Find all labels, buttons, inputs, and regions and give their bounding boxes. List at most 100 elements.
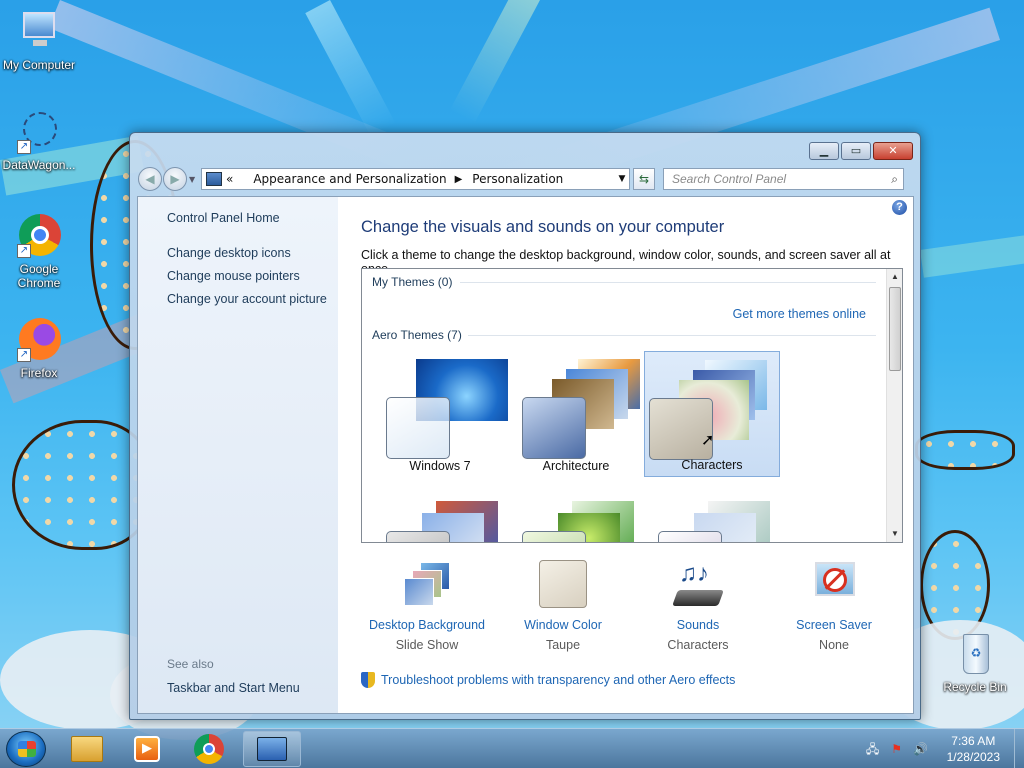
theme-list[interactable]: My Themes (0) Get more themes online Aer…	[361, 268, 903, 543]
navigation-bar: ◀ ▶ ▼ « Appearance and Personalization ▶…	[138, 166, 912, 192]
theme-partial[interactable]	[508, 493, 646, 542]
shortcut-arrow-icon: ↗	[17, 348, 31, 362]
light-ray	[449, 0, 540, 124]
action-center-flag-icon[interactable]: ⚑	[889, 742, 905, 756]
network-icon[interactable]: 🖧	[865, 742, 881, 756]
divider	[460, 282, 876, 283]
refresh-button[interactable]: ⇆	[633, 168, 655, 190]
breadcrumb-separator-icon[interactable]: ▶	[455, 174, 463, 185]
desktop-background-setting[interactable]: Desktop Background Slide Show	[362, 560, 492, 652]
system-tray: 🖧 ⚑ 🔊 7:36 AM 1/28/2023	[865, 729, 1014, 768]
setting-name[interactable]: Window Color	[498, 618, 628, 632]
taskbar-chrome[interactable]	[180, 731, 238, 767]
theme-thumbnail	[522, 501, 646, 542]
personalization-window: ▁ ▭ ✕ ◀ ▶ ▼ « Appearance and Personaliza…	[129, 132, 921, 720]
desktop-icon-firefox[interactable]: ↗ Firefox	[0, 318, 78, 380]
divider	[468, 335, 876, 336]
back-button[interactable]: ◀	[138, 167, 162, 191]
window-color-swatch	[386, 531, 450, 542]
windows-logo-icon	[18, 741, 36, 757]
desktop-icon-datawagon[interactable]: ↗ DataWagon...	[0, 110, 78, 172]
taskbar-media-player[interactable]: ▶	[118, 731, 176, 767]
window-color-icon	[538, 560, 588, 610]
search-input[interactable]: Search Control Panel ⌕	[663, 168, 904, 190]
desktop-icon-my-computer[interactable]: My Computer	[0, 10, 78, 72]
setting-name[interactable]: Screen Saver	[769, 618, 899, 632]
theme-name: Architecture	[542, 459, 610, 473]
minimize-button[interactable]: ▁	[809, 142, 839, 160]
shield-icon	[361, 672, 375, 688]
minimize-icon: ▁	[819, 144, 829, 157]
window-color-swatch	[522, 531, 586, 542]
address-overflow[interactable]: «	[226, 172, 233, 186]
troubleshoot-link[interactable]: Troubleshoot problems with transparency …	[361, 672, 735, 688]
computer-icon	[17, 10, 61, 54]
aero-themes-heading: Aero Themes (7)	[372, 328, 462, 342]
desktop-icon-google-chrome[interactable]: ↗ Google Chrome	[0, 214, 78, 290]
scrollbar-thumb[interactable]	[889, 287, 901, 371]
clock-date: 1/28/2023	[946, 750, 1000, 764]
taskbar-control-panel[interactable]	[243, 731, 301, 767]
search-icon[interactable]: ⌕	[891, 172, 898, 187]
breadcrumb-personalization[interactable]: Personalization	[470, 172, 565, 186]
theme-thumbnail	[386, 501, 510, 542]
theme-thumbnail	[386, 359, 510, 459]
theme-characters[interactable]: ➚ Characters	[644, 351, 780, 477]
address-dropdown-icon[interactable]: ▼	[615, 174, 629, 184]
volume-icon[interactable]: 🔊	[913, 742, 929, 756]
close-icon: ✕	[888, 144, 898, 157]
address-bar[interactable]: « Appearance and Personalization ▶ Perso…	[201, 168, 630, 190]
start-button[interactable]	[6, 731, 46, 767]
close-button[interactable]: ✕	[873, 142, 913, 160]
change-account-picture-link[interactable]: Change your account picture	[167, 292, 338, 306]
setting-name[interactable]: Desktop Background	[362, 618, 492, 632]
setting-value: Taupe	[545, 638, 581, 652]
main-pane: ? Change the visuals and sounds on your …	[338, 197, 913, 713]
setting-value: Characters	[667, 638, 729, 652]
desktop-icon-label: My Computer	[2, 58, 76, 72]
music-note-icon: ♫♪	[679, 560, 709, 587]
sounds-icon: ♫♪	[672, 560, 724, 610]
taskbar-start-menu-link[interactable]: Taskbar and Start Menu	[167, 681, 300, 695]
theme-partial[interactable]	[372, 493, 510, 542]
forward-button[interactable]: ▶	[163, 167, 187, 191]
recent-pages-dropdown[interactable]: ▼	[189, 175, 199, 184]
theme-windows-7[interactable]: Windows 7	[372, 351, 508, 477]
theme-list-scrollbar[interactable]: ▲ ▼	[886, 269, 902, 542]
window-color-setting[interactable]: Window Color Taupe	[498, 560, 628, 652]
maximize-button[interactable]: ▭	[841, 142, 871, 160]
show-desktop-button[interactable]	[1014, 729, 1024, 768]
help-icon[interactable]: ?	[892, 200, 907, 215]
window-color-swatch	[658, 531, 722, 542]
scroll-down-icon[interactable]: ▼	[887, 526, 902, 542]
control-panel-home-link[interactable]: Control Panel Home	[167, 211, 338, 225]
change-desktop-icons-link[interactable]: Change desktop icons	[167, 246, 338, 260]
theme-partial[interactable]	[644, 493, 780, 542]
datawagon-icon: ↗	[17, 110, 61, 154]
theme-thumbnail: ➚	[649, 360, 773, 460]
theme-architecture[interactable]: Architecture	[508, 351, 644, 477]
media-player-icon: ▶	[134, 736, 160, 762]
screen-saver-setting[interactable]: Screen Saver None	[769, 560, 899, 652]
change-mouse-pointers-link[interactable]: Change mouse pointers	[167, 269, 338, 283]
shortcut-arrow-icon: ↗	[17, 244, 31, 258]
light-ray	[920, 234, 1024, 278]
get-more-themes-link[interactable]: Get more themes online	[733, 307, 866, 321]
firefox-icon: ↗	[17, 318, 61, 362]
taskbar: ▶ 🖧 ⚑ 🔊 7:36 AM 1/28/2023	[0, 728, 1024, 768]
window-color-swatch	[386, 397, 450, 459]
troubleshoot-link-text[interactable]: Troubleshoot problems with transparency …	[381, 673, 735, 687]
window-controls: ▁ ▭ ✕	[809, 142, 913, 160]
breadcrumb-appearance[interactable]: Appearance and Personalization	[251, 172, 448, 186]
theme-name: Characters	[681, 458, 743, 472]
scroll-up-icon[interactable]: ▲	[887, 269, 902, 285]
sounds-setting[interactable]: ♫♪ Sounds Characters	[633, 560, 763, 652]
setting-name[interactable]: Sounds	[633, 618, 763, 632]
search-placeholder: Search Control Panel	[672, 172, 787, 186]
desktop-icon-recycle-bin[interactable]: ♻ Recycle Bin	[936, 632, 1014, 694]
clock[interactable]: 7:36 AM 1/28/2023	[947, 733, 1000, 765]
taskbar-explorer[interactable]	[58, 731, 116, 767]
content-area: Control Panel Home Change desktop icons …	[137, 196, 914, 714]
turtle-right	[915, 430, 1015, 470]
control-panel-icon	[206, 172, 222, 186]
